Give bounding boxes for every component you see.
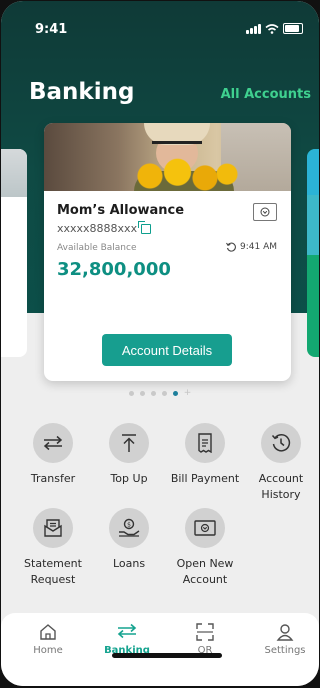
loans-icon: $ xyxy=(109,508,149,548)
statement-icon xyxy=(33,508,73,548)
tab-qr[interactable]: QR xyxy=(175,623,235,656)
page-title: Banking xyxy=(29,79,135,105)
tab-banking[interactable]: Banking xyxy=(97,623,157,656)
account-details-button[interactable]: Account Details xyxy=(102,334,232,366)
action-label: Transfer xyxy=(30,472,76,485)
wifi-icon xyxy=(265,23,279,34)
account-card[interactable]: Mom’s Allowance xxxxx8888xxx Available B… xyxy=(44,123,291,381)
battery-icon xyxy=(283,23,303,34)
action-top-up[interactable]: Top Up xyxy=(94,423,164,487)
action-label: Bill Payment xyxy=(170,472,240,485)
balance-label: Available Balance xyxy=(57,243,137,253)
carousel-pager[interactable]: + xyxy=(1,389,319,398)
pager-dot[interactable] xyxy=(150,391,156,396)
card-options-icon[interactable] xyxy=(253,203,277,221)
previous-account-card[interactable] xyxy=(1,149,27,357)
pager-dot[interactable] xyxy=(161,391,167,396)
status-bar: 9:41 xyxy=(1,19,319,41)
action-transfer[interactable]: Transfer xyxy=(18,423,88,487)
all-accounts-link[interactable]: All Accounts xyxy=(221,87,311,102)
pager-dot[interactable] xyxy=(139,391,145,396)
account-number: xxxxx8888xxx xyxy=(57,222,138,235)
pager-add-icon[interactable]: + xyxy=(184,389,192,398)
pager-dot-active[interactable] xyxy=(172,391,178,396)
person-icon xyxy=(255,623,315,645)
next-account-card[interactable] xyxy=(307,149,319,357)
action-statement-request[interactable]: Statement Request xyxy=(18,508,88,588)
transfer-arrows-icon xyxy=(33,423,73,463)
copy-icon[interactable] xyxy=(138,220,152,234)
phone-screen: 9:41 Banking All Accounts Mom’s Allowanc… xyxy=(1,1,319,686)
account-name: Mom’s Allowance xyxy=(57,203,185,218)
history-icon xyxy=(261,423,301,463)
available-balance: 32,800,000 xyxy=(57,259,171,280)
svg-text:$: $ xyxy=(127,521,131,528)
tab-label: Settings xyxy=(264,645,306,656)
signal-icon xyxy=(246,23,261,34)
account-number-row: xxxxx8888xxx xyxy=(57,220,152,235)
status-icons xyxy=(246,23,303,34)
action-loans[interactable]: $ Loans xyxy=(94,508,164,572)
tab-settings[interactable]: Settings xyxy=(255,623,315,656)
action-label: Loans xyxy=(112,557,146,570)
action-open-new-account[interactable]: Open New Account xyxy=(170,508,240,588)
top-up-icon xyxy=(109,423,149,463)
status-time: 9:41 xyxy=(35,22,68,37)
tab-label: Home xyxy=(33,645,63,656)
action-bill-payment[interactable]: Bill Payment xyxy=(170,423,240,487)
action-label: Top Up xyxy=(110,472,148,485)
action-account-history[interactable]: Account History xyxy=(246,423,316,503)
banking-icon xyxy=(97,623,157,645)
pager-dot[interactable] xyxy=(128,391,134,396)
action-label: Open New Account xyxy=(176,557,234,586)
balance-refresh[interactable]: 9:41 AM xyxy=(226,242,277,252)
refresh-time: 9:41 AM xyxy=(240,242,277,252)
bill-icon xyxy=(185,423,225,463)
account-photo xyxy=(44,123,291,191)
refresh-icon xyxy=(226,242,236,252)
home-indicator xyxy=(112,653,222,658)
home-icon xyxy=(18,623,78,645)
qr-scan-icon xyxy=(175,623,235,645)
tab-home[interactable]: Home xyxy=(18,623,78,656)
new-account-icon xyxy=(185,508,225,548)
action-label: Statement Request xyxy=(24,557,82,586)
action-label: Account History xyxy=(258,472,304,501)
bottom-tab-bar: Home Banking QR Settings xyxy=(1,613,319,686)
